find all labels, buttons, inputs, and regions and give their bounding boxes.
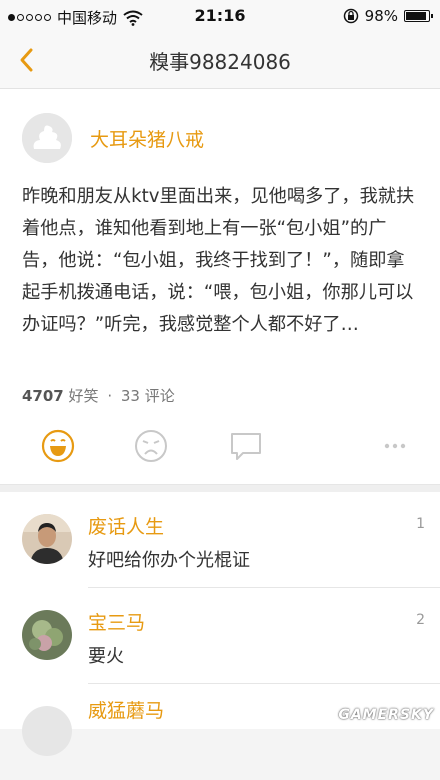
- user-photo-icon: [22, 610, 72, 660]
- comment-text: 好吧给你办个光棍证: [88, 550, 250, 571]
- post-actions: [0, 414, 440, 474]
- default-avatar-icon: [22, 113, 72, 163]
- navigation-bar: 糗事98824086: [0, 32, 440, 89]
- comment-list: 废话人生 好吧给你办个光棍证 1 宝三马 要火 2 威猛蘑马: [0, 492, 440, 756]
- comment-author[interactable]: 宝三马: [88, 608, 145, 635]
- avatar[interactable]: [22, 610, 72, 660]
- comment-author[interactable]: 威猛蘑马: [88, 696, 164, 723]
- comment-item[interactable]: 宝三马 要火 2: [0, 588, 440, 684]
- status-right: 98%: [343, 7, 433, 25]
- post-content: 昨晚和朋友从ktv里面出来，见他喝多了，我就扶着他点，谁知他看到地上有一张“包小…: [22, 186, 415, 335]
- stats-separator: ·: [107, 387, 113, 405]
- comment-item[interactable]: 废话人生 好吧给你办个光棍证 1: [0, 492, 440, 588]
- comment-count: 33: [120, 387, 140, 405]
- page-title: 糗事98824086: [149, 50, 291, 74]
- post-card: 大耳朵猪八戒 昨晚和朋友从ktv里面出来，见他喝多了，我就扶着他点，谁知他看到地…: [0, 89, 440, 484]
- comment-item[interactable]: 威猛蘑马: [0, 684, 440, 780]
- battery-icon: [404, 10, 433, 22]
- watermark: GAMERSKY: [338, 707, 434, 723]
- funny-label: 好笑: [68, 387, 99, 405]
- rotation-lock-icon: [343, 8, 358, 24]
- sad-face-icon[interactable]: [134, 429, 168, 463]
- smile-icon[interactable]: [41, 429, 75, 463]
- battery-fill: [406, 12, 426, 20]
- user-photo-icon: [22, 514, 72, 564]
- battery-percent: 98%: [364, 7, 398, 25]
- comment-text: 要火: [88, 646, 124, 667]
- post-stats: 4707 好笑 · 33 评论: [22, 385, 175, 406]
- funny-count: 4707: [22, 387, 64, 405]
- comment-floor: 2: [416, 612, 425, 628]
- comment-label: 评论: [144, 387, 175, 405]
- more-icon[interactable]: [378, 429, 412, 463]
- avatar[interactable]: [22, 514, 72, 564]
- comment-floor: 1: [416, 516, 425, 532]
- comment-author[interactable]: 废话人生: [88, 512, 164, 539]
- status-bar: 中国移动 21:16 98%: [0, 0, 440, 32]
- comment-bubble-icon[interactable]: [229, 429, 263, 463]
- author-name[interactable]: 大耳朵猪八戒: [90, 125, 204, 152]
- avatar[interactable]: [22, 113, 72, 163]
- avatar[interactable]: [22, 706, 72, 756]
